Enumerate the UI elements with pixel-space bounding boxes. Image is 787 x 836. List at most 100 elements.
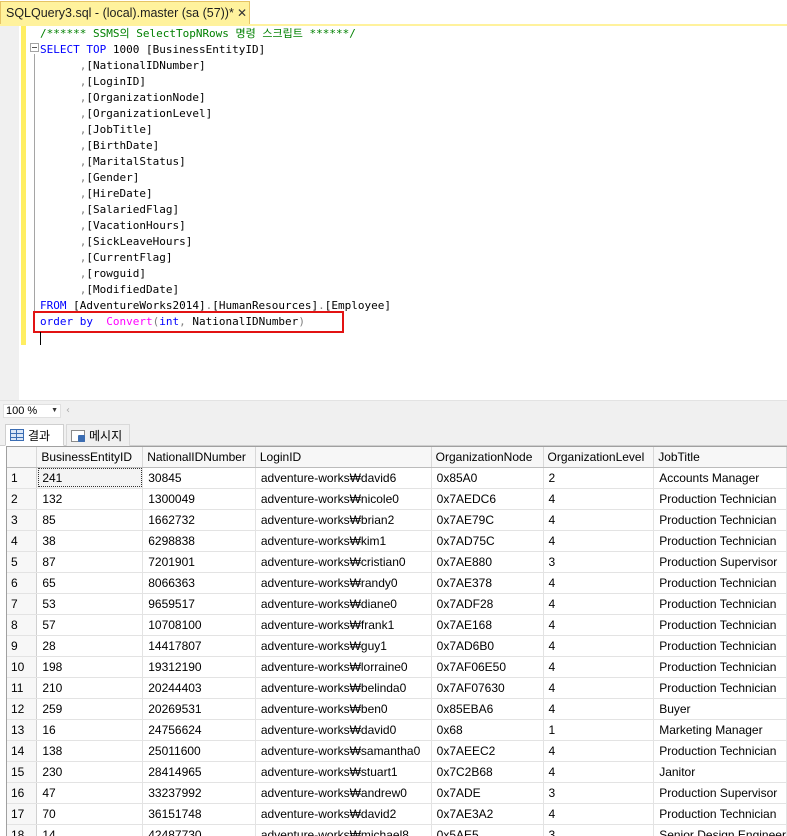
grid-cell[interactable]: 87 bbox=[36, 551, 144, 573]
grid-cell[interactable]: Production Technician bbox=[653, 656, 787, 678]
grid-cell[interactable]: Janitor bbox=[653, 761, 787, 783]
grid-cell[interactable]: adventure-works₩cristian0 bbox=[255, 551, 432, 573]
grid-cell[interactable]: 4 bbox=[543, 803, 655, 825]
scroll-left-icon[interactable]: ‹ bbox=[66, 404, 70, 418]
grid-cell[interactable]: 9659517 bbox=[142, 593, 256, 615]
column-header[interactable]: LoginID bbox=[255, 447, 432, 468]
grid-corner[interactable] bbox=[7, 447, 38, 468]
grid-cell[interactable]: 20269531 bbox=[142, 698, 256, 720]
grid-cell[interactable]: adventure-works₩ben0 bbox=[255, 698, 432, 720]
grid-cell[interactable]: 24756624 bbox=[142, 719, 256, 741]
table-row[interactable]: 9 28 14417807 adventure-works₩guy1 0x7AD6B0 4… bbox=[7, 635, 787, 657]
grid-cell[interactable]: 3 bbox=[543, 551, 655, 573]
grid-cell[interactable]: Production Technician bbox=[653, 530, 787, 552]
grid-cell[interactable]: 0x7AF07630 bbox=[431, 677, 544, 699]
grid-cell[interactable]: adventure-works₩diane0 bbox=[255, 593, 432, 615]
grid-cell[interactable]: 85 bbox=[36, 509, 144, 531]
grid-cell[interactable]: 259 bbox=[36, 698, 144, 720]
table-row[interactable]: 12 259 20269531 adventure-works₩ben0 0x85EBA… bbox=[7, 698, 787, 720]
grid-cell[interactable]: 6298838 bbox=[142, 530, 256, 552]
table-row[interactable]: 11 210 20244403 adventure-works₩belinda0 0x7… bbox=[7, 677, 787, 699]
row-number[interactable]: 5 bbox=[7, 551, 38, 573]
grid-cell[interactable]: 4 bbox=[543, 677, 655, 699]
grid-cell[interactable]: 0x7AD6B0 bbox=[431, 635, 544, 657]
row-number[interactable]: 12 bbox=[7, 698, 38, 720]
table-row[interactable]: 1 241 30845 adventure-works₩david6 0x85A0 2 Ac… bbox=[7, 467, 787, 489]
table-row[interactable]: 16 47 33237992 adventure-works₩andrew0 0x7AD… bbox=[7, 782, 787, 804]
grid-cell[interactable]: 0x7AE880 bbox=[431, 551, 544, 573]
grid-cell[interactable]: 198 bbox=[36, 656, 144, 678]
grid-cell[interactable]: 4 bbox=[543, 698, 655, 720]
grid-cell[interactable]: adventure-works₩frank1 bbox=[255, 614, 432, 636]
grid-cell[interactable]: Marketing Manager bbox=[653, 719, 787, 741]
column-header[interactable]: OrganizationNode bbox=[431, 447, 544, 468]
row-number[interactable]: 14 bbox=[7, 740, 38, 762]
grid-cell[interactable]: 7201901 bbox=[142, 551, 256, 573]
row-number[interactable]: 11 bbox=[7, 677, 38, 699]
table-row[interactable]: 4 38 6298838 adventure-works₩kim1 0x7AD75C 4 P… bbox=[7, 530, 787, 552]
grid-cell[interactable]: 0x7AF06E50 bbox=[431, 656, 544, 678]
zoom-select[interactable]: 100 % ▼ bbox=[3, 404, 61, 418]
row-number[interactable]: 4 bbox=[7, 530, 38, 552]
grid-cell[interactable]: Production Supervisor bbox=[653, 551, 787, 573]
grid-cell[interactable]: 1662732 bbox=[142, 509, 256, 531]
grid-cell[interactable]: 4 bbox=[543, 509, 655, 531]
table-row[interactable]: 17 70 36151748 adventure-works₩david2 0x7AE3… bbox=[7, 803, 787, 825]
grid-cell[interactable]: 4 bbox=[543, 761, 655, 783]
row-number[interactable]: 17 bbox=[7, 803, 38, 825]
grid-cell[interactable]: adventure-works₩samantha0 bbox=[255, 740, 432, 762]
grid-cell[interactable]: adventure-works₩andrew0 bbox=[255, 782, 432, 804]
grid-cell[interactable]: adventure-works₩kim1 bbox=[255, 530, 432, 552]
table-row[interactable]: 13 16 24756624 adventure-works₩david0 0x68 1 M… bbox=[7, 719, 787, 741]
grid-cell[interactable]: 0x5AE5 bbox=[431, 824, 544, 836]
grid-cell[interactable]: 0x7AEEC2 bbox=[431, 740, 544, 762]
column-header[interactable]: OrganizationLevel bbox=[543, 447, 655, 468]
grid-cell[interactable]: adventure-works₩lorraine0 bbox=[255, 656, 432, 678]
row-number[interactable]: 9 bbox=[7, 635, 38, 657]
row-number[interactable]: 3 bbox=[7, 509, 38, 531]
grid-cell[interactable]: 0x7ADF28 bbox=[431, 593, 544, 615]
grid-cell[interactable]: 14 bbox=[36, 824, 144, 836]
row-number[interactable]: 15 bbox=[7, 761, 38, 783]
row-number[interactable]: 7 bbox=[7, 593, 38, 615]
collapse-outline-icon[interactable] bbox=[30, 43, 39, 52]
grid-cell[interactable]: Production Supervisor bbox=[653, 782, 787, 804]
grid-cell[interactable]: 2 bbox=[543, 467, 655, 489]
grid-cell[interactable]: 4 bbox=[543, 656, 655, 678]
grid-cell[interactable]: 16 bbox=[36, 719, 144, 741]
chevron-down-icon[interactable]: ▼ bbox=[51, 405, 58, 417]
grid-cell[interactable]: 0x7AD75C bbox=[431, 530, 544, 552]
query-editor[interactable]: /****** SSMS의 SelectTopNRows 명령 스크립트 ***… bbox=[0, 26, 787, 400]
grid-cell[interactable]: 210 bbox=[36, 677, 144, 699]
grid-cell[interactable]: Production Technician bbox=[653, 677, 787, 699]
results-grid[interactable]: BusinessEntityID NationalIDNumber LoginID O… bbox=[6, 446, 787, 836]
grid-cell[interactable]: 47 bbox=[36, 782, 144, 804]
grid-cell[interactable]: 4 bbox=[543, 572, 655, 594]
query-tab[interactable]: SQLQuery3.sql - (local).master (sa (57))… bbox=[0, 1, 250, 24]
row-number[interactable]: 18 bbox=[7, 824, 38, 836]
grid-cell[interactable]: adventure-works₩david6 bbox=[255, 467, 432, 489]
grid-cell[interactable]: 19312190 bbox=[142, 656, 256, 678]
grid-cell[interactable]: 0x7AE3A2 bbox=[431, 803, 544, 825]
grid-cell[interactable]: 0x7AEDC6 bbox=[431, 488, 544, 510]
grid-cell[interactable]: 36151748 bbox=[142, 803, 256, 825]
grid-cell[interactable]: 65 bbox=[36, 572, 144, 594]
grid-cell[interactable]: Senior Design Engineer bbox=[653, 824, 787, 836]
grid-cell[interactable]: adventure-works₩randy0 bbox=[255, 572, 432, 594]
column-header[interactable]: BusinessEntityID bbox=[36, 447, 144, 468]
grid-cell[interactable]: 25011600 bbox=[142, 740, 256, 762]
grid-cell[interactable]: 28414965 bbox=[142, 761, 256, 783]
grid-cell[interactable]: adventure-works₩stuart1 bbox=[255, 761, 432, 783]
row-number[interactable]: 2 bbox=[7, 488, 38, 510]
table-row[interactable]: 8 57 10708100 adventure-works₩frank1 0x7AE16… bbox=[7, 614, 787, 636]
grid-cell[interactable]: 4 bbox=[543, 740, 655, 762]
grid-cell[interactable]: Production Technician bbox=[653, 488, 787, 510]
grid-cell[interactable]: adventure-works₩brian2 bbox=[255, 509, 432, 531]
table-row[interactable]: 7 53 9659517 adventure-works₩diane0 0x7ADF28… bbox=[7, 593, 787, 615]
table-row[interactable]: 15 230 28414965 adventure-works₩stuart1 0x7C… bbox=[7, 761, 787, 783]
grid-cell[interactable]: 42487730 bbox=[142, 824, 256, 836]
tab-messages[interactable]: 메시지 bbox=[66, 424, 130, 446]
grid-cell[interactable]: adventure-works₩david0 bbox=[255, 719, 432, 741]
grid-cell[interactable]: adventure-works₩belinda0 bbox=[255, 677, 432, 699]
grid-cell[interactable]: 4 bbox=[543, 530, 655, 552]
